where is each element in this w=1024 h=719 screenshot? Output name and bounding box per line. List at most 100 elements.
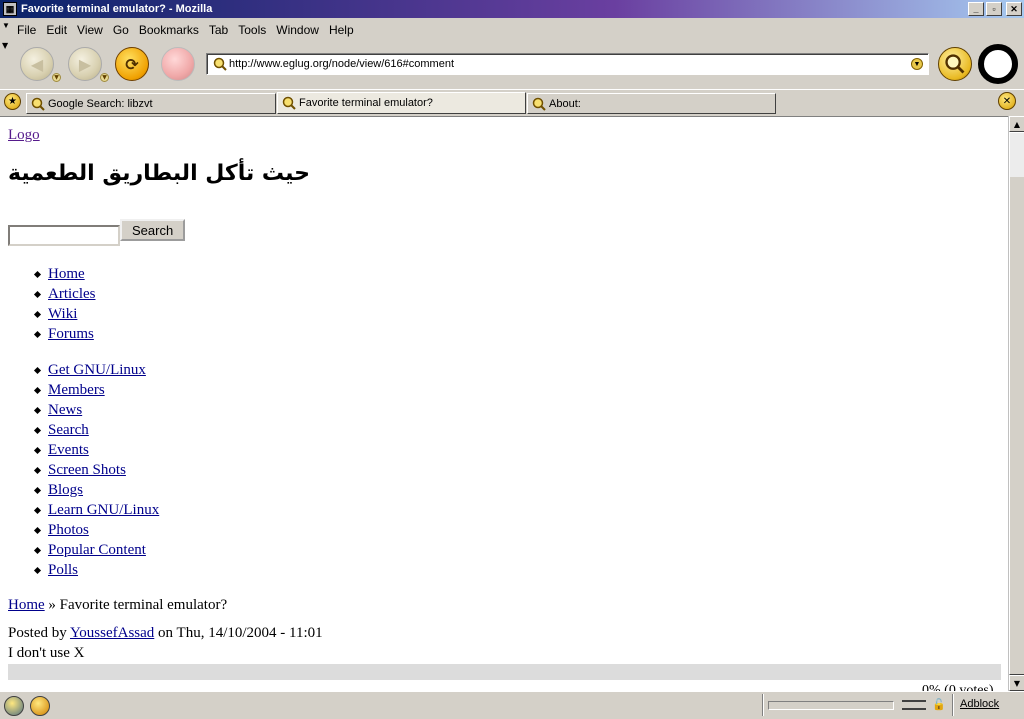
url-text[interactable]: http://www.eglug.org/node/view/616#comme… <box>229 58 454 70</box>
site-search-button[interactable]: Search <box>120 219 186 241</box>
breadcrumb: Home » Favorite terminal emulator? <box>8 597 227 614</box>
nav-home-link[interactable]: Home <box>48 266 85 282</box>
post-body: I don't use X <box>8 645 85 661</box>
site-page-icon <box>213 57 227 71</box>
vertical-scrollbar[interactable]: ▲ ▼ <box>1008 116 1024 691</box>
stop-button[interactable] <box>161 47 195 81</box>
author-link[interactable]: YoussefAssad <box>70 625 154 641</box>
list-item: Articles <box>48 284 95 304</box>
list-item: Events <box>48 440 159 460</box>
nav-search-link[interactable]: Search <box>48 422 89 438</box>
close-window-button[interactable]: ✕ <box>1006 2 1022 16</box>
new-tab-icon[interactable]: ★ <box>4 93 21 110</box>
menubar-grip-icon[interactable]: ▼ <box>0 19 12 41</box>
back-arrow-icon: ◀ <box>30 54 44 74</box>
scroll-down-icon[interactable]: ▼ <box>1009 675 1024 691</box>
list-item: Polls <box>48 560 159 580</box>
site-title: حيث تأكل البطاريق الطعمية <box>8 161 311 186</box>
scroll-up-icon[interactable]: ▲ <box>1009 116 1024 132</box>
nav-learn-gnu-linux-link[interactable]: Learn GNU/Linux <box>48 502 159 518</box>
search-button[interactable] <box>938 47 972 81</box>
post-meta: Posted by YoussefAssad on Thu, 14/10/200… <box>8 625 323 642</box>
navigator-icon[interactable] <box>4 696 24 716</box>
page-content: Logo حيث تأكل البطاريق الطعمية Search Ho… <box>0 116 1008 691</box>
tab-label: Google Search: libzvt <box>48 97 153 110</box>
status-divider <box>762 694 764 716</box>
progress-bar <box>768 701 894 710</box>
scrollbar-thumb[interactable] <box>1009 132 1024 675</box>
tab-about[interactable]: About: <box>527 93 776 114</box>
forward-button[interactable]: ▶ <box>68 47 102 81</box>
reload-button[interactable]: ⟳ <box>115 47 149 81</box>
site-search-input[interactable] <box>8 225 120 246</box>
minimize-button[interactable]: _ <box>968 2 984 16</box>
tab-page-icon <box>282 96 296 110</box>
nav-polls-link[interactable]: Polls <box>48 562 78 578</box>
nav-blogs-link[interactable]: Blogs <box>48 482 83 498</box>
magnifier-icon <box>945 54 965 74</box>
nav-news-link[interactable]: News <box>48 402 82 418</box>
posted-date: on Thu, 14/10/2004 - 11:01 <box>158 625 323 641</box>
tab-google-search[interactable]: Google Search: libzvt <box>26 93 276 114</box>
tab-label: Favorite terminal emulator? <box>299 97 433 109</box>
vote-bar <box>8 664 1001 680</box>
status-divider <box>952 694 954 716</box>
back-dropdown-icon[interactable]: ▼ <box>52 73 61 82</box>
nav-popular-content-link[interactable]: Popular Content <box>48 542 146 558</box>
nav-forums-link[interactable]: Forums <box>48 326 94 342</box>
nav-screen-shots-link[interactable]: Screen Shots <box>48 462 126 478</box>
nav-photos-link[interactable]: Photos <box>48 522 89 538</box>
stop-icon <box>162 48 194 80</box>
status-bar: 🔓 Adblock <box>0 691 1024 719</box>
menu-window[interactable]: Window <box>271 23 324 37</box>
list-item: Photos <box>48 520 159 540</box>
maximize-button[interactable]: ▫ <box>986 2 1002 16</box>
nav-wiki-link[interactable]: Wiki <box>48 306 77 322</box>
list-item: Popular Content <box>48 540 159 560</box>
scrollbar-thumb-highlight <box>1010 133 1024 177</box>
window-controls: _ ▫ ✕ <box>968 2 1022 16</box>
menu-help[interactable]: Help <box>324 23 359 37</box>
forward-arrow-icon: ▶ <box>78 54 92 74</box>
menu-file[interactable]: File <box>12 23 41 37</box>
menu-bookmarks[interactable]: Bookmarks <box>134 23 204 37</box>
menu-view[interactable]: View <box>72 23 108 37</box>
menu-tab[interactable]: Tab <box>204 23 233 37</box>
list-item: Blogs <box>48 480 159 500</box>
menu-tools[interactable]: Tools <box>233 23 271 37</box>
posted-prefix: Posted by <box>8 625 67 641</box>
list-item: Screen Shots <box>48 460 159 480</box>
close-tab-icon[interactable]: ✕ <box>998 92 1016 110</box>
toolbar-grip-icon[interactable]: ▼ <box>2 41 8 50</box>
nav-members-link[interactable]: Members <box>48 382 105 398</box>
menu-edit[interactable]: Edit <box>41 23 72 37</box>
list-item: Home <box>48 264 95 284</box>
tab-page-icon <box>532 97 546 111</box>
url-bar[interactable]: http://www.eglug.org/node/view/616#comme… <box>206 53 929 75</box>
nav-get-gnu-linux-link[interactable]: Get GNU/Linux <box>48 362 146 378</box>
logo-link[interactable]: Logo <box>8 127 40 144</box>
mozilla-app-icon[interactable]: ▦ <box>3 2 17 16</box>
secondary-nav: Get GNU/Linux Members News Search Events… <box>48 360 159 580</box>
back-button[interactable]: ◀ <box>20 47 54 81</box>
adblock-link[interactable]: Adblock <box>960 698 999 710</box>
nav-events-link[interactable]: Events <box>48 442 89 458</box>
url-dropdown-icon[interactable]: ▼ <box>911 58 923 70</box>
forward-dropdown-icon[interactable]: ▼ <box>100 73 109 82</box>
throbber-logo[interactable] <box>978 44 1018 84</box>
nav-articles-link[interactable]: Articles <box>48 286 95 302</box>
vote-count: 0% (0 votes) <box>922 683 994 691</box>
breadcrumb-home-link[interactable]: Home <box>8 597 45 613</box>
window-titlebar: ▦ Favorite terminal emulator? - Mozilla … <box>0 0 1024 18</box>
mail-icon[interactable] <box>30 696 50 716</box>
list-item: Forums <box>48 324 95 344</box>
list-item: Get GNU/Linux <box>48 360 159 380</box>
tab-bar: ★ Google Search: libzvt Favorite termina… <box>0 89 1024 114</box>
menu-go[interactable]: Go <box>108 23 134 37</box>
list-item: Search <box>48 420 159 440</box>
list-item: Members <box>48 380 159 400</box>
menu-bar: ▼ File Edit View Go Bookmarks Tab Tools … <box>0 19 1024 41</box>
tab-favorite-terminal[interactable]: Favorite terminal emulator? <box>277 92 526 114</box>
online-connection-icon[interactable] <box>902 700 926 710</box>
security-lock-icon[interactable]: 🔓 <box>932 698 946 712</box>
